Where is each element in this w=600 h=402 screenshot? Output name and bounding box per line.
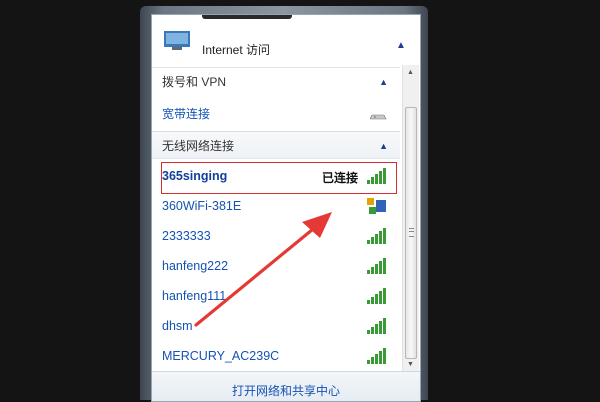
wifi-ssid: hanfeng111: [162, 289, 227, 303]
flyout-footer: 打开网络和共享中心: [152, 371, 420, 401]
wifi-signal-icon: [367, 318, 386, 334]
chevron-up-icon: ▲: [379, 141, 388, 151]
network-computer-icon: [164, 31, 190, 50]
internet-access-label: Internet 访问: [202, 43, 271, 57]
wifi-network-2333333[interactable]: 2333333: [152, 221, 400, 251]
chevron-up-icon: ▲: [396, 40, 406, 51]
scroll-thumb[interactable]: [405, 107, 417, 359]
wifi-network-mercury[interactable]: MERCURY_AC239C: [152, 341, 400, 371]
open-network-sharing-center-link[interactable]: 打开网络和共享中心: [152, 382, 420, 399]
wifi-security-shield-icon: [367, 198, 386, 214]
scroll-up-arrow-icon[interactable]: ▲: [407, 69, 414, 76]
wifi-network-hanfeng222[interactable]: hanfeng222: [152, 251, 400, 281]
wifi-signal-icon: [367, 288, 386, 304]
wifi-network-365singing[interactable]: 365singing 已连接: [152, 161, 400, 191]
chevron-up-icon: ▲: [379, 77, 388, 87]
wifi-ssid: MERCURY_AC239C: [162, 349, 280, 363]
network-flyout: Internet 访问 ▲ 拨号和 VPN ▲ 宽带连接 无线网络连接 ▲ 36…: [151, 14, 421, 402]
section-wireless[interactable]: 无线网络连接 ▲: [152, 131, 400, 159]
current-connection-header: Internet 访问 ▲: [152, 15, 420, 61]
section-dialup-vpn[interactable]: 拨号和 VPN ▲: [152, 67, 400, 95]
wifi-ssid: 360WiFi-381E: [162, 199, 242, 213]
network-list-scrollbar[interactable]: ▲ ▼: [402, 65, 419, 371]
connected-status: 已连接: [322, 171, 359, 185]
wifi-ssid: dhsm: [162, 319, 193, 333]
collapse-button[interactable]: ▲: [394, 39, 408, 53]
wifi-ssid: 365singing: [162, 169, 228, 183]
section-wireless-label: 无线网络连接: [162, 139, 235, 153]
wifi-ssid: 2333333: [162, 229, 211, 243]
broadband-connection-link[interactable]: 宽带连接: [162, 105, 210, 122]
cropped-network-name: [202, 15, 292, 19]
wifi-network-360wifi[interactable]: 360WiFi-381E: [152, 191, 400, 221]
wifi-signal-icon: [367, 168, 386, 184]
wifi-signal-icon: [367, 258, 386, 274]
wifi-signal-icon: [367, 348, 386, 364]
grip-icon: [409, 228, 414, 237]
scroll-down-arrow-icon[interactable]: ▼: [407, 361, 414, 368]
wifi-network-hanfeng111[interactable]: hanfeng111: [152, 281, 400, 311]
wifi-network-dhsm[interactable]: dhsm: [152, 311, 400, 341]
wifi-signal-icon: [367, 228, 386, 244]
section-dialup-vpn-label: 拨号和 VPN: [162, 75, 227, 89]
wifi-ssid: hanfeng222: [162, 259, 229, 273]
broadband-modem-icon: [370, 114, 387, 120]
